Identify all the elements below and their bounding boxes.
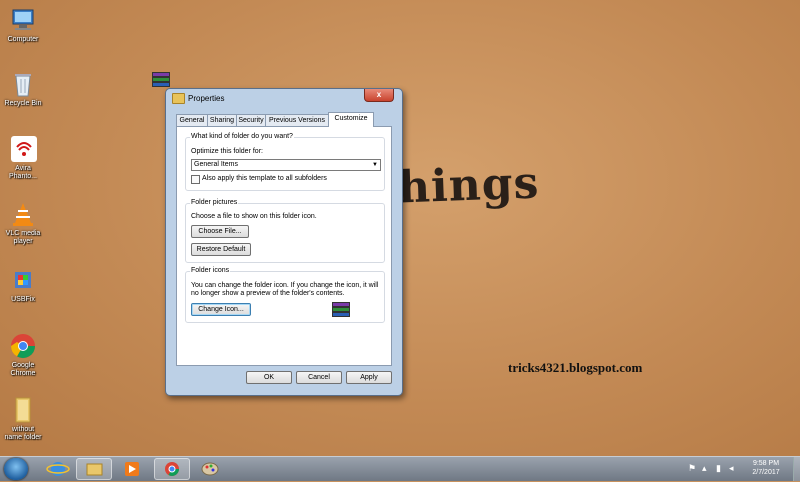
folder-icons-group: Folder icons You can change the folder i…	[185, 267, 385, 323]
folder-icon	[9, 396, 37, 424]
desktop-icon-label: Google Chrome	[10, 362, 36, 377]
usbfix-icon	[9, 266, 37, 294]
optimize-select[interactable]: General Items ▼	[191, 159, 381, 171]
dialog-titlebar[interactable]: Properties x	[166, 89, 402, 107]
folder-icons-desc-2: no longer show a preview of the folder's…	[191, 290, 345, 297]
flag-icon[interactable]: ⚑	[688, 463, 696, 474]
taskbar-chrome[interactable]	[154, 458, 190, 480]
internet-explorer-icon	[46, 462, 70, 476]
properties-dialog: Properties x General Sharing Security Pr…	[165, 88, 403, 396]
start-button[interactable]	[4, 458, 28, 480]
desktop-icon-label: Recycle Bin	[4, 100, 42, 107]
desktop-icon-vlc[interactable]: VLC media player	[4, 200, 42, 246]
customize-panel: What kind of folder do you want? Optimiz…	[176, 126, 392, 366]
chevron-down-icon: ▼	[372, 162, 378, 168]
group-label: What kind of folder do you want?	[190, 133, 294, 140]
tab-customize[interactable]: Customize	[328, 112, 374, 127]
chrome-icon	[9, 332, 37, 360]
change-icon-button[interactable]: Change Icon...	[191, 303, 251, 316]
chrome-icon	[165, 462, 179, 476]
wallpaper-scribble: hings	[397, 157, 541, 214]
apply-button[interactable]: Apply	[346, 371, 392, 384]
blog-watermark: tricks4321.blogspot.com	[508, 360, 643, 375]
tab-general[interactable]: General	[176, 114, 208, 126]
desktop-icon-chrome[interactable]: Google Chrome	[4, 332, 42, 378]
group-label: Folder icons	[190, 267, 231, 274]
restore-default-button[interactable]: Restore Default	[191, 243, 251, 256]
group-label: Folder pictures	[190, 199, 239, 206]
desktop-icon-label: Avira Phanto...	[8, 165, 38, 180]
desktop-icon-label: USBFix	[11, 296, 35, 303]
desktop-icon-usbfix[interactable]: USBFix	[4, 266, 42, 304]
media-player-icon	[125, 462, 139, 476]
taskbar-paint[interactable]	[192, 458, 228, 480]
recycle-bin-icon	[9, 70, 37, 98]
cancel-button[interactable]: Cancel	[296, 371, 342, 384]
folder-type-group: What kind of folder do you want? Optimiz…	[185, 133, 385, 191]
folder-pictures-group: Folder pictures Choose a file to show on…	[185, 199, 385, 263]
close-button[interactable]: x	[364, 89, 394, 102]
desktop-icon-avira[interactable]: Avira Phanto...	[4, 135, 42, 181]
desktop-icon-label: Computer	[7, 36, 39, 43]
volume-icon[interactable]: ◂	[729, 463, 734, 474]
clock[interactable]: 9:58 PM 2/7/2017	[742, 459, 790, 477]
clock-date: 2/7/2017	[752, 469, 780, 476]
winrar-icon	[152, 72, 170, 88]
taskbar-media-player[interactable]	[114, 458, 150, 480]
computer-icon	[9, 6, 37, 34]
network-icon[interactable]: ▮	[716, 463, 721, 474]
desktop-icon-computer[interactable]: Computer	[4, 6, 42, 44]
tab-security[interactable]: Security	[236, 114, 266, 126]
show-desktop-button[interactable]	[793, 457, 800, 481]
optimize-label: Optimize this folder for:	[191, 148, 263, 155]
folder-icon-preview	[332, 302, 350, 318]
tab-previous-versions[interactable]: Previous Versions	[265, 114, 329, 126]
subfolders-label: Also apply this template to all subfolde…	[202, 175, 327, 182]
avira-icon	[9, 135, 37, 163]
taskbar-ie[interactable]	[40, 458, 76, 480]
subfolders-checkbox[interactable]	[191, 175, 200, 184]
desktop-icon-folder[interactable]: without name folder	[4, 396, 42, 442]
dialog-title: Properties	[188, 94, 225, 103]
ok-button[interactable]: OK	[246, 371, 292, 384]
desktop-icon-label: without name folder	[4, 426, 42, 441]
vlc-cone-icon	[9, 200, 37, 228]
desktop-icon-label: VLC media player	[5, 230, 41, 245]
folder-pictures-desc: Choose a file to show on this folder ico…	[191, 213, 317, 220]
taskbar: ⚑ ▴ ▮ ◂ 9:58 PM 2/7/2017	[0, 456, 800, 481]
explorer-folder-icon	[86, 463, 103, 476]
tab-sharing[interactable]: Sharing	[207, 114, 237, 126]
show-hidden-icons-icon[interactable]: ▴	[702, 463, 707, 474]
choose-file-button[interactable]: Choose File...	[191, 225, 249, 238]
desktop-icon-recycle-bin[interactable]: Recycle Bin	[4, 70, 42, 108]
paint-palette-icon	[201, 462, 219, 476]
clock-time: 9:58 PM	[752, 460, 780, 467]
folder-icon	[172, 93, 185, 104]
taskbar-explorer[interactable]	[76, 458, 112, 480]
